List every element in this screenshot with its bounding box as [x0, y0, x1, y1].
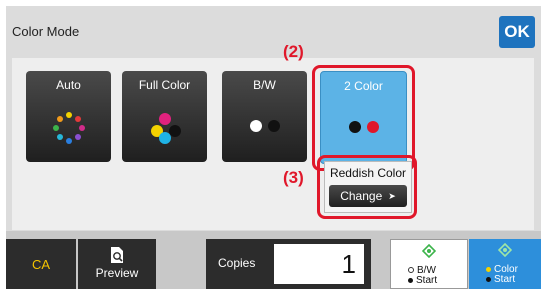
screen-title: Color Mode — [12, 24, 80, 39]
mode-bw-button[interactable]: B/W — [222, 71, 307, 162]
bottom-bar: CA Preview Copies 1 B/W Start Color Star… — [6, 231, 541, 289]
start-diamond-icon — [422, 244, 436, 258]
preview-magnifier-icon — [111, 247, 123, 263]
step2-callout: (2) — [283, 42, 304, 61]
mode-full-color-button[interactable]: Full Color — [122, 71, 207, 162]
bw-start-line2: Start — [416, 275, 438, 286]
color-start-text: Color Start — [486, 265, 518, 285]
auto-color-dots-icon — [52, 112, 85, 144]
bw-start-button[interactable]: B/W Start — [390, 239, 468, 289]
mode-auto-button[interactable]: Auto — [26, 71, 111, 162]
color-start-line2: Start — [494, 274, 516, 285]
full-color-dots-icon — [150, 113, 181, 144]
bw-start-text: B/W Start — [408, 266, 437, 286]
copies-label: Copies — [218, 256, 256, 270]
copies-input[interactable]: 1 — [274, 244, 364, 284]
black-dot-icon — [408, 278, 413, 283]
mode-full-color-label: Full Color — [138, 78, 191, 92]
step3-highlight-frame — [317, 155, 417, 219]
color-mode-screen: Color Mode OK Auto Full Color B/W 2 Colo… — [6, 6, 541, 289]
white-dot-icon — [408, 267, 414, 273]
black-dot-icon — [486, 277, 491, 282]
preview-label: Preview — [95, 266, 139, 280]
mode-auto-label: Auto — [56, 78, 81, 92]
start-diamond-icon — [498, 243, 512, 257]
clear-all-button[interactable]: CA — [6, 239, 76, 289]
mode-bw-label: B/W — [253, 78, 276, 92]
mode-panel: Auto Full Color B/W 2 Color (2) Reddish … — [12, 42, 534, 230]
bw-dots-icon — [249, 120, 280, 132]
color-start-button[interactable]: Color Start — [469, 239, 541, 289]
copies-area: Copies 1 — [206, 239, 371, 289]
yellow-dot-icon — [486, 267, 491, 272]
ca-label: CA — [31, 256, 51, 272]
preview-button[interactable]: Preview — [78, 239, 156, 289]
ok-button[interactable]: OK — [499, 16, 535, 48]
step3-callout: (3) — [283, 168, 304, 187]
